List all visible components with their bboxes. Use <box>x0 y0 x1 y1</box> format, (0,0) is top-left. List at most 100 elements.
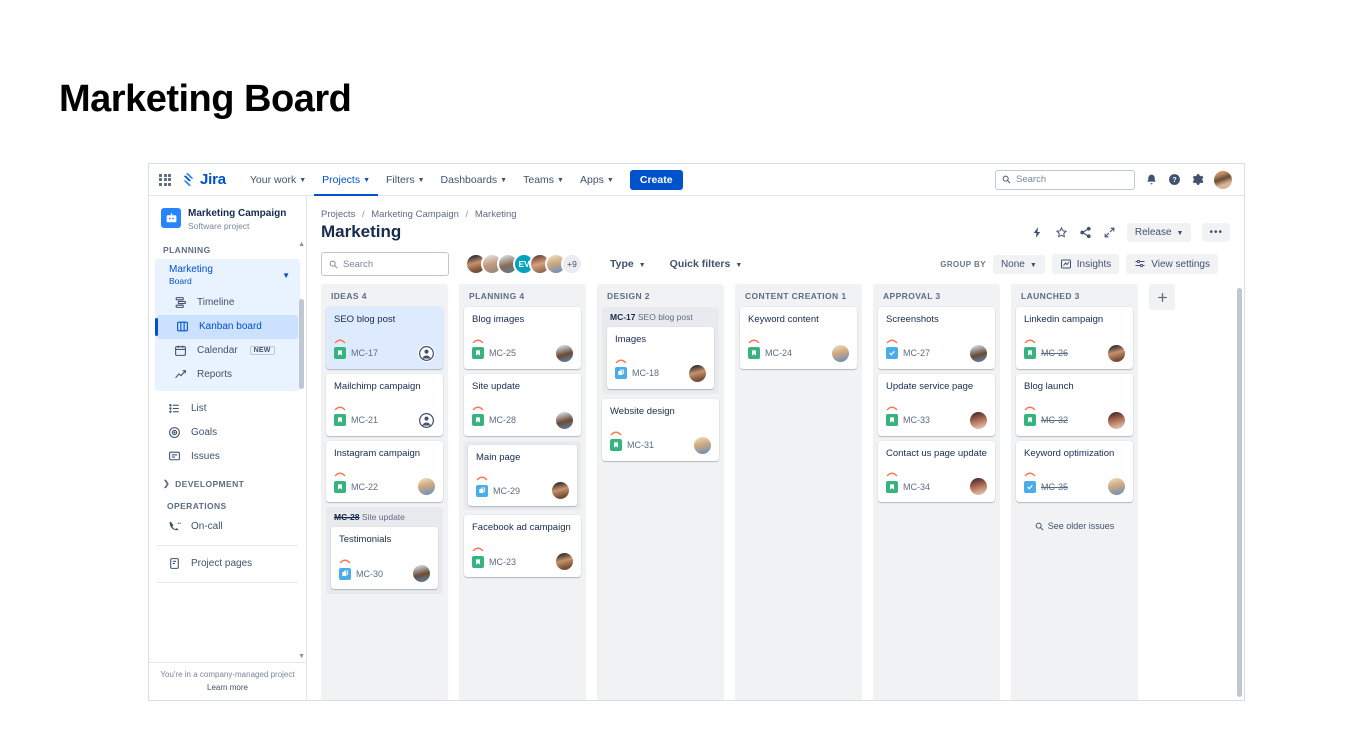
board-card[interactable]: Facebook ad campaign MC-23 <box>464 515 581 578</box>
avatar[interactable] <box>694 436 711 454</box>
subtask-type-icon <box>339 567 351 580</box>
sidebar-item-calendar[interactable]: Calendar NEW <box>155 339 300 363</box>
sidebar-item-on-call-label: On-call <box>191 521 223 532</box>
board-card[interactable]: Contact us page update MC-34 <box>878 440 995 503</box>
board-search-input[interactable]: Search <box>321 252 449 276</box>
sidebar-item-reports[interactable]: Reports <box>155 363 300 387</box>
profile-avatar[interactable] <box>1214 170 1232 189</box>
star-icon[interactable] <box>1055 226 1068 239</box>
sidebar-scrollbar[interactable] <box>298 289 305 602</box>
scroll-down-arrow-icon[interactable]: ▼ <box>298 653 305 660</box>
nav-apps[interactable]: Apps ▼ <box>572 164 622 196</box>
board-card[interactable]: Website design MC-31 <box>602 398 719 461</box>
board-card[interactable]: Images MC-18 <box>607 327 714 389</box>
board-card[interactable]: Keyword optimization MC-35 <box>1016 440 1133 503</box>
sidebar-item-kanban-board[interactable]: Kanban board <box>155 314 298 339</box>
project-header[interactable]: Marketing Campaign Software project <box>149 196 306 241</box>
avatar[interactable] <box>970 411 987 429</box>
expand-icon[interactable] <box>1103 226 1116 239</box>
nav-filters[interactable]: Filters ▼ <box>378 164 433 196</box>
priority-medium-icon <box>615 352 706 364</box>
sidebar-item-on-call[interactable]: On-call <box>149 515 306 539</box>
avatar[interactable] <box>1108 478 1125 496</box>
sidebar-item-project-pages[interactable]: Project pages <box>149 552 306 576</box>
sidebar-item-goals[interactable]: Goals <box>149 421 306 445</box>
jira-logo[interactable]: Jira <box>181 171 226 188</box>
avatar[interactable] <box>970 478 987 496</box>
board-card[interactable]: Keyword content MC-24 <box>740 307 857 369</box>
quick-filters-button[interactable]: Quick filters ▼ <box>663 254 750 274</box>
board-card[interactable]: Blog launch MC-32 <box>1016 373 1133 436</box>
avatar[interactable] <box>556 553 573 571</box>
more-actions-button[interactable]: ••• <box>1202 222 1230 242</box>
project-sidebar: Marketing Campaign Software project PLAN… <box>149 196 307 700</box>
avatar-overflow-count[interactable]: +9 <box>561 253 583 275</box>
avatar-unassigned[interactable] <box>418 411 435 429</box>
nav-filters-label: Filters <box>386 173 415 186</box>
timeline-icon <box>173 296 188 309</box>
board-card[interactable]: Mailchimp campaign MC-21 <box>326 373 443 436</box>
board-card[interactable]: Site update MC-28 <box>464 373 581 436</box>
avatar[interactable] <box>970 344 987 362</box>
lightning-icon[interactable] <box>1031 226 1044 239</box>
sidebar-item-timeline[interactable]: Timeline <box>155 291 300 315</box>
nav-dashboards[interactable]: Dashboards ▼ <box>433 164 516 196</box>
release-button[interactable]: Release ▼ <box>1126 222 1192 242</box>
sidebar-item-list-label: List <box>191 403 207 414</box>
app-switcher-icon[interactable] <box>159 173 171 186</box>
sidebar-divider-2 <box>157 581 298 583</box>
board-card[interactable]: Update service page MC-33 <box>878 373 995 436</box>
sidebar-board-selector[interactable]: Marketing Board ▼ <box>155 259 300 291</box>
insights-button[interactable]: Insights <box>1051 254 1120 274</box>
scroll-up-arrow-icon[interactable]: ▲ <box>298 241 305 248</box>
breadcrumb-board[interactable]: Marketing <box>475 209 517 220</box>
breadcrumb-project[interactable]: Marketing Campaign <box>371 209 459 220</box>
board-vertical-scrollbar[interactable] <box>1237 288 1242 697</box>
parent-issue-label[interactable]: MC-17 SEO blog post <box>607 312 714 327</box>
avatar[interactable] <box>556 411 573 429</box>
sidebar-item-issues[interactable]: Issues <box>149 445 306 469</box>
view-settings-button[interactable]: View settings <box>1126 254 1218 274</box>
nav-your-work-label: Your work <box>249 173 297 186</box>
board-card[interactable]: Blog images MC-25 <box>464 307 581 369</box>
avatar[interactable] <box>1108 411 1125 429</box>
help-icon[interactable]: ? <box>1168 173 1181 186</box>
share-icon[interactable] <box>1079 226 1092 239</box>
type-filter-button[interactable]: Type ▼ <box>603 254 653 274</box>
nav-your-work[interactable]: Your work ▼ <box>242 164 314 196</box>
board-card[interactable]: Main page MC-29 <box>468 444 577 507</box>
column-header-design: DESIGN 2 <box>597 284 724 307</box>
column-header-content-creation: CONTENT CREATION 1 <box>735 284 862 307</box>
avatar[interactable] <box>413 565 430 583</box>
avatar[interactable] <box>832 344 849 362</box>
avatar[interactable] <box>1108 344 1125 362</box>
learn-more-link[interactable]: Learn more <box>155 683 300 692</box>
create-button[interactable]: Create <box>629 169 683 190</box>
avatar[interactable] <box>689 364 706 382</box>
card-group-nested: Main page MC-29 <box>464 440 581 511</box>
board-card[interactable]: Testimonials MC-30 <box>331 527 438 590</box>
notifications-icon[interactable] <box>1145 173 1158 186</box>
settings-icon[interactable] <box>1191 173 1204 186</box>
avatar[interactable] <box>556 344 573 362</box>
nav-teams[interactable]: Teams ▼ <box>515 164 572 196</box>
add-column-button[interactable] <box>1149 284 1175 310</box>
board-card[interactable]: SEO blog post MC-17 <box>326 307 443 369</box>
card-key: MC-22 <box>351 481 379 492</box>
sidebar-scrollbar-thumb[interactable] <box>299 299 304 389</box>
avatar[interactable] <box>418 478 435 496</box>
breadcrumb-projects[interactable]: Projects <box>321 209 355 220</box>
sidebar-section-development[interactable]: ❯ DEVELOPMENT <box>149 475 306 493</box>
global-search-input[interactable]: Search <box>995 169 1135 190</box>
parent-issue-label[interactable]: MC-28 Site update <box>331 512 438 527</box>
nav-projects[interactable]: Projects ▼ <box>314 164 378 196</box>
avatar[interactable] <box>552 482 569 500</box>
see-older-issues-link[interactable]: See older issues <box>1016 521 1133 531</box>
avatar-unassigned[interactable] <box>418 344 435 362</box>
sidebar-item-list[interactable]: List <box>149 397 306 421</box>
board-card[interactable]: Instagram campaign MC-22 <box>326 440 443 503</box>
board-card[interactable]: Linkedin campaign MC-26 <box>1016 307 1133 369</box>
group-by-select[interactable]: None ▼ <box>992 254 1045 274</box>
board-title-row: Marketing Release ▼ ••• <box>307 220 1244 242</box>
board-card[interactable]: Screenshots MC-27 <box>878 307 995 369</box>
